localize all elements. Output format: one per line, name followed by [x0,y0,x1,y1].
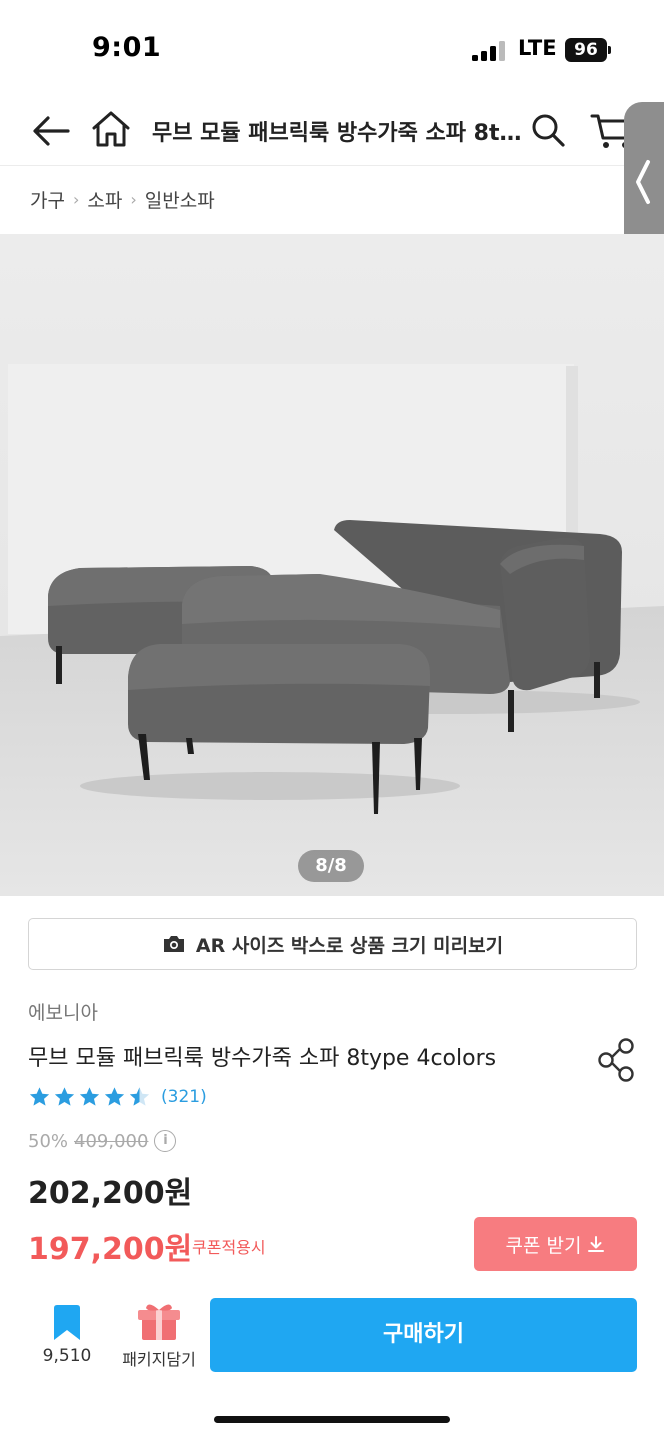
original-price: 409,000 [74,1130,149,1152]
battery-tip [608,46,611,54]
search-button[interactable] [526,108,570,152]
bookmark-button[interactable]: 9,510 [30,1302,104,1372]
review-count[interactable]: (321) [161,1087,207,1107]
arrow-left-icon [33,116,70,146]
home-button[interactable] [88,106,134,152]
star-icon [79,1087,100,1106]
package-label: 패키지담기 [122,1350,196,1369]
product-name: 무브 모듈 패브릭룩 방수가죽 소파 8type 4colors [28,1046,497,1071]
info-icon[interactable]: i [154,1130,177,1152]
breadcrumb: 가구 › 소파 › 일반소파 [30,186,215,212]
sale-price: 202,200원 [28,1176,193,1211]
cart-button[interactable] [588,106,628,152]
breadcrumb-item-furniture[interactable]: 가구 [30,186,65,213]
bottom-action-bar: 9,510 패키지담기 구매하기 [0,1288,664,1440]
chevron-right-icon: › [130,189,137,209]
status-time: 9:01 [92,32,162,63]
home-indicator[interactable] [214,1416,450,1423]
buy-button[interactable]: 구매하기 [210,1298,637,1372]
camera-icon [163,936,184,952]
sofa-photo [0,234,664,896]
rating[interactable]: (321) [28,1086,207,1108]
status-bar: 9:01 LTE 96 [0,0,664,96]
get-coupon-label: 쿠폰 받기 [505,1234,582,1257]
star-icon [29,1087,50,1106]
signal-icon [472,41,506,61]
product-image[interactable] [0,234,664,896]
discount-rate: 50% [28,1130,69,1152]
discount-line: 50% 409,000 i [28,1130,177,1152]
brand-name[interactable]: 에보니아 [28,998,98,1025]
star-icon [54,1087,75,1106]
half-star-icon [129,1087,150,1106]
share-button[interactable] [596,1036,638,1082]
ar-preview-button[interactable]: AR 사이즈 박스로 상품 크기 미리보기 [28,918,637,970]
cart-icon [590,114,628,148]
network-label: LTE [518,36,557,60]
coupon-price: 197,200원 [28,1232,193,1267]
nav-bar: 무브 모듈 패브릭룩 방수가죽 소파 8type 4colors [0,96,664,166]
gallery-page-indicator: 8/8 [298,850,364,882]
back-button[interactable] [28,108,74,154]
star-icon [104,1087,125,1106]
ar-preview-label: AR 사이즈 박스로 상품 크기 미리보기 [195,934,504,957]
download-icon [588,1236,605,1252]
bookmark-icon [54,1305,80,1340]
bookmark-count: 9,510 [42,1346,92,1366]
home-icon [92,111,130,147]
battery-icon: 96 [565,38,607,62]
page-title: 무브 모듈 패브릭룩 방수가죽 소파 8type 4colors [152,121,522,146]
add-to-package-button[interactable]: 패키지담기 [114,1300,204,1372]
share-icon [598,1038,634,1082]
get-coupon-button[interactable]: 쿠폰 받기 [474,1217,637,1271]
chevron-right-icon: › [72,189,80,209]
breadcrumb-item-general-sofa[interactable]: 일반소파 [145,186,215,213]
coupon-note: 쿠폰적용시 [192,1238,266,1257]
search-icon [532,114,565,147]
gift-box-icon [138,1304,180,1340]
breadcrumb-item-sofa[interactable]: 소파 [87,186,122,213]
